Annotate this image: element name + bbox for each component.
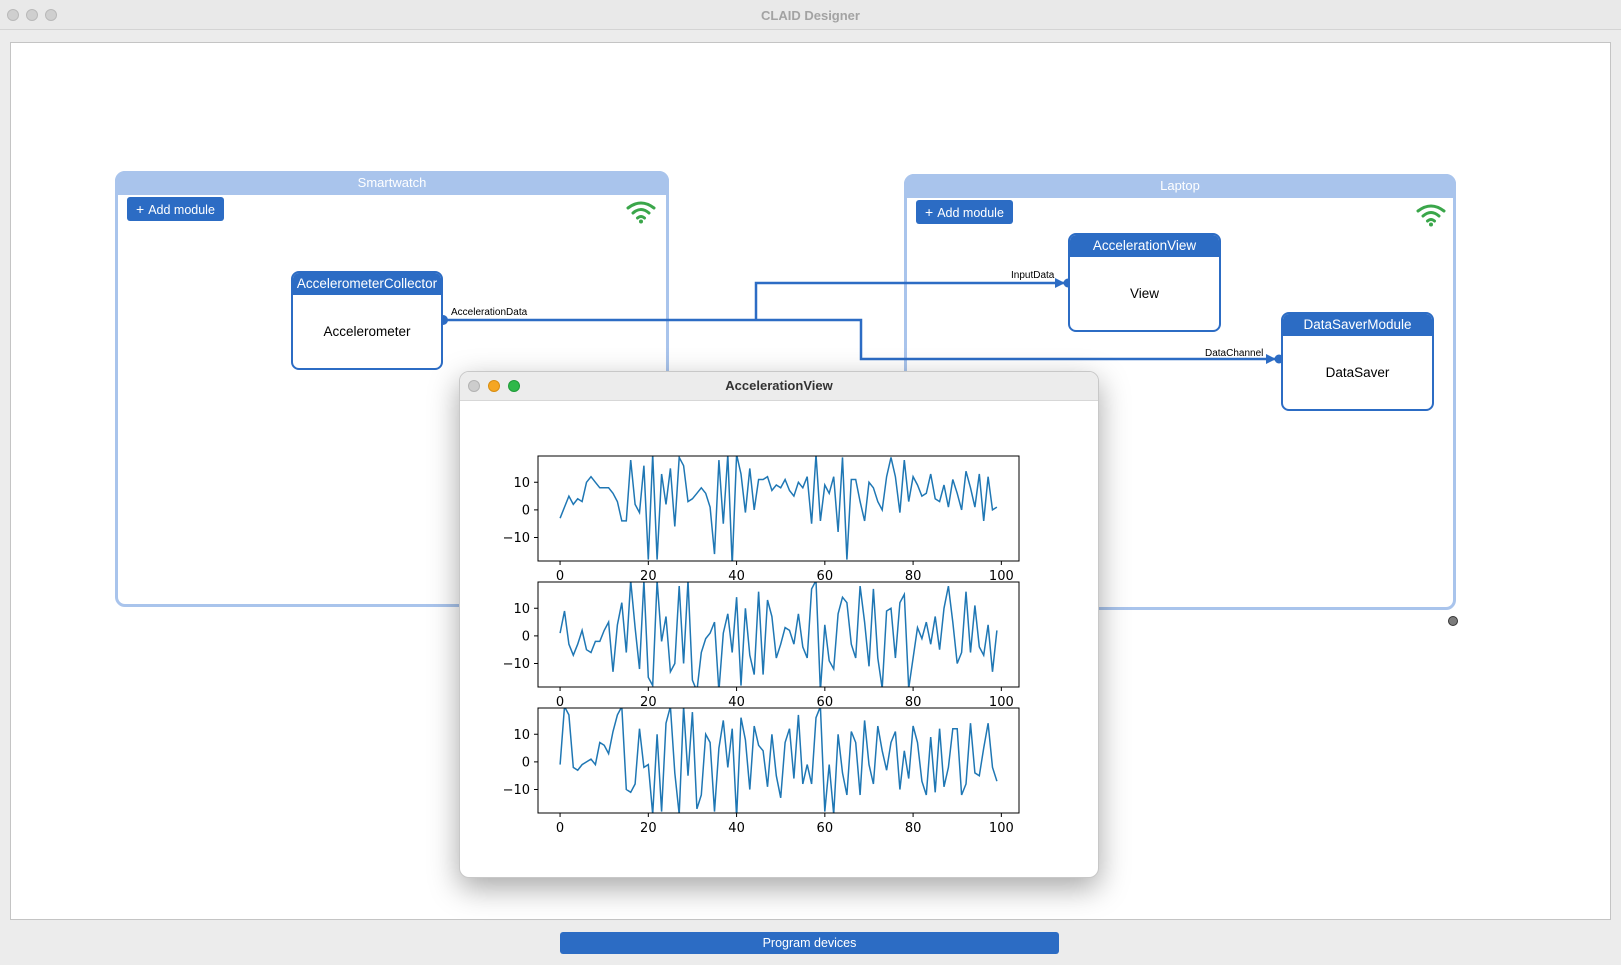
module-acceleration-view[interactable]: AccelerationView View: [1068, 233, 1221, 332]
y-tick-label: −10: [503, 657, 530, 672]
window-title: CLAID Designer: [761, 8, 860, 23]
y-tick-label: 0: [522, 629, 530, 644]
series-line: [559, 582, 998, 687]
module-body-label: Accelerometer: [323, 324, 411, 339]
x-tick-label: 60: [817, 821, 834, 836]
plot-frame: [537, 707, 1020, 814]
chart-y-axis: 0 20 40 60 80 100−10010: [503, 581, 1020, 710]
window-titlebar: CLAID Designer: [0, 0, 1621, 30]
program-devices-button[interactable]: Program devices: [560, 932, 1059, 954]
y-tick-label: 0: [522, 755, 530, 770]
module-title: AccelerationView: [1070, 235, 1219, 257]
chart-x-axis: 0 20 40 60 80 100−10010: [503, 455, 1020, 584]
plot-window-titlebar[interactable]: AccelerationView: [460, 372, 1098, 401]
module-body-label: DataSaver: [1325, 365, 1390, 380]
channel-label-data-channel: DataChannel: [1205, 348, 1263, 359]
acceleration-charts: 0 20 40 60 80 100−10010 0 20 40 60 80 100−10010 02…: [503, 455, 1020, 836]
module-title: AccelerometerCollector: [293, 273, 441, 295]
y-tick-label: 0: [522, 503, 530, 518]
x-tick-label: 40: [728, 821, 745, 836]
chart-z-axis: 0 20 40 60 80 100 −10 0 10: [503, 707, 1020, 836]
acceleration-view-window[interactable]: AccelerationView 0 20 40 60 80 100 −10 0 10 0 20 4…: [459, 371, 1099, 878]
x-tick-label: 20: [640, 821, 657, 836]
y-tick-label: 10: [513, 728, 530, 743]
x-tick-label: 0: [556, 821, 564, 836]
channel-label-acceleration-data: AccelerationData: [451, 307, 528, 318]
module-accelerometer-collector[interactable]: AccelerometerCollector Accelerometer: [291, 271, 443, 370]
module-data-saver[interactable]: DataSaverModule DataSaver: [1281, 312, 1434, 411]
channel-label-input-data: InputData: [1011, 270, 1055, 281]
module-title: DataSaverModule: [1283, 314, 1432, 336]
y-tick-label: 10: [513, 602, 530, 617]
module-body-label: View: [1129, 286, 1160, 301]
x-tick-label: 100: [989, 821, 1014, 836]
plot-window-title: AccelerationView: [725, 378, 833, 393]
y-tick-label: 10: [513, 476, 530, 491]
wire-input-data[interactable]: [754, 281, 1066, 320]
plot-frame: [537, 455, 1020, 562]
series-line: [559, 456, 998, 561]
y-tick-label: −10: [503, 531, 530, 546]
y-tick-label: −10: [503, 783, 530, 798]
series-line: [559, 708, 998, 813]
x-tick-label: 80: [905, 821, 922, 836]
